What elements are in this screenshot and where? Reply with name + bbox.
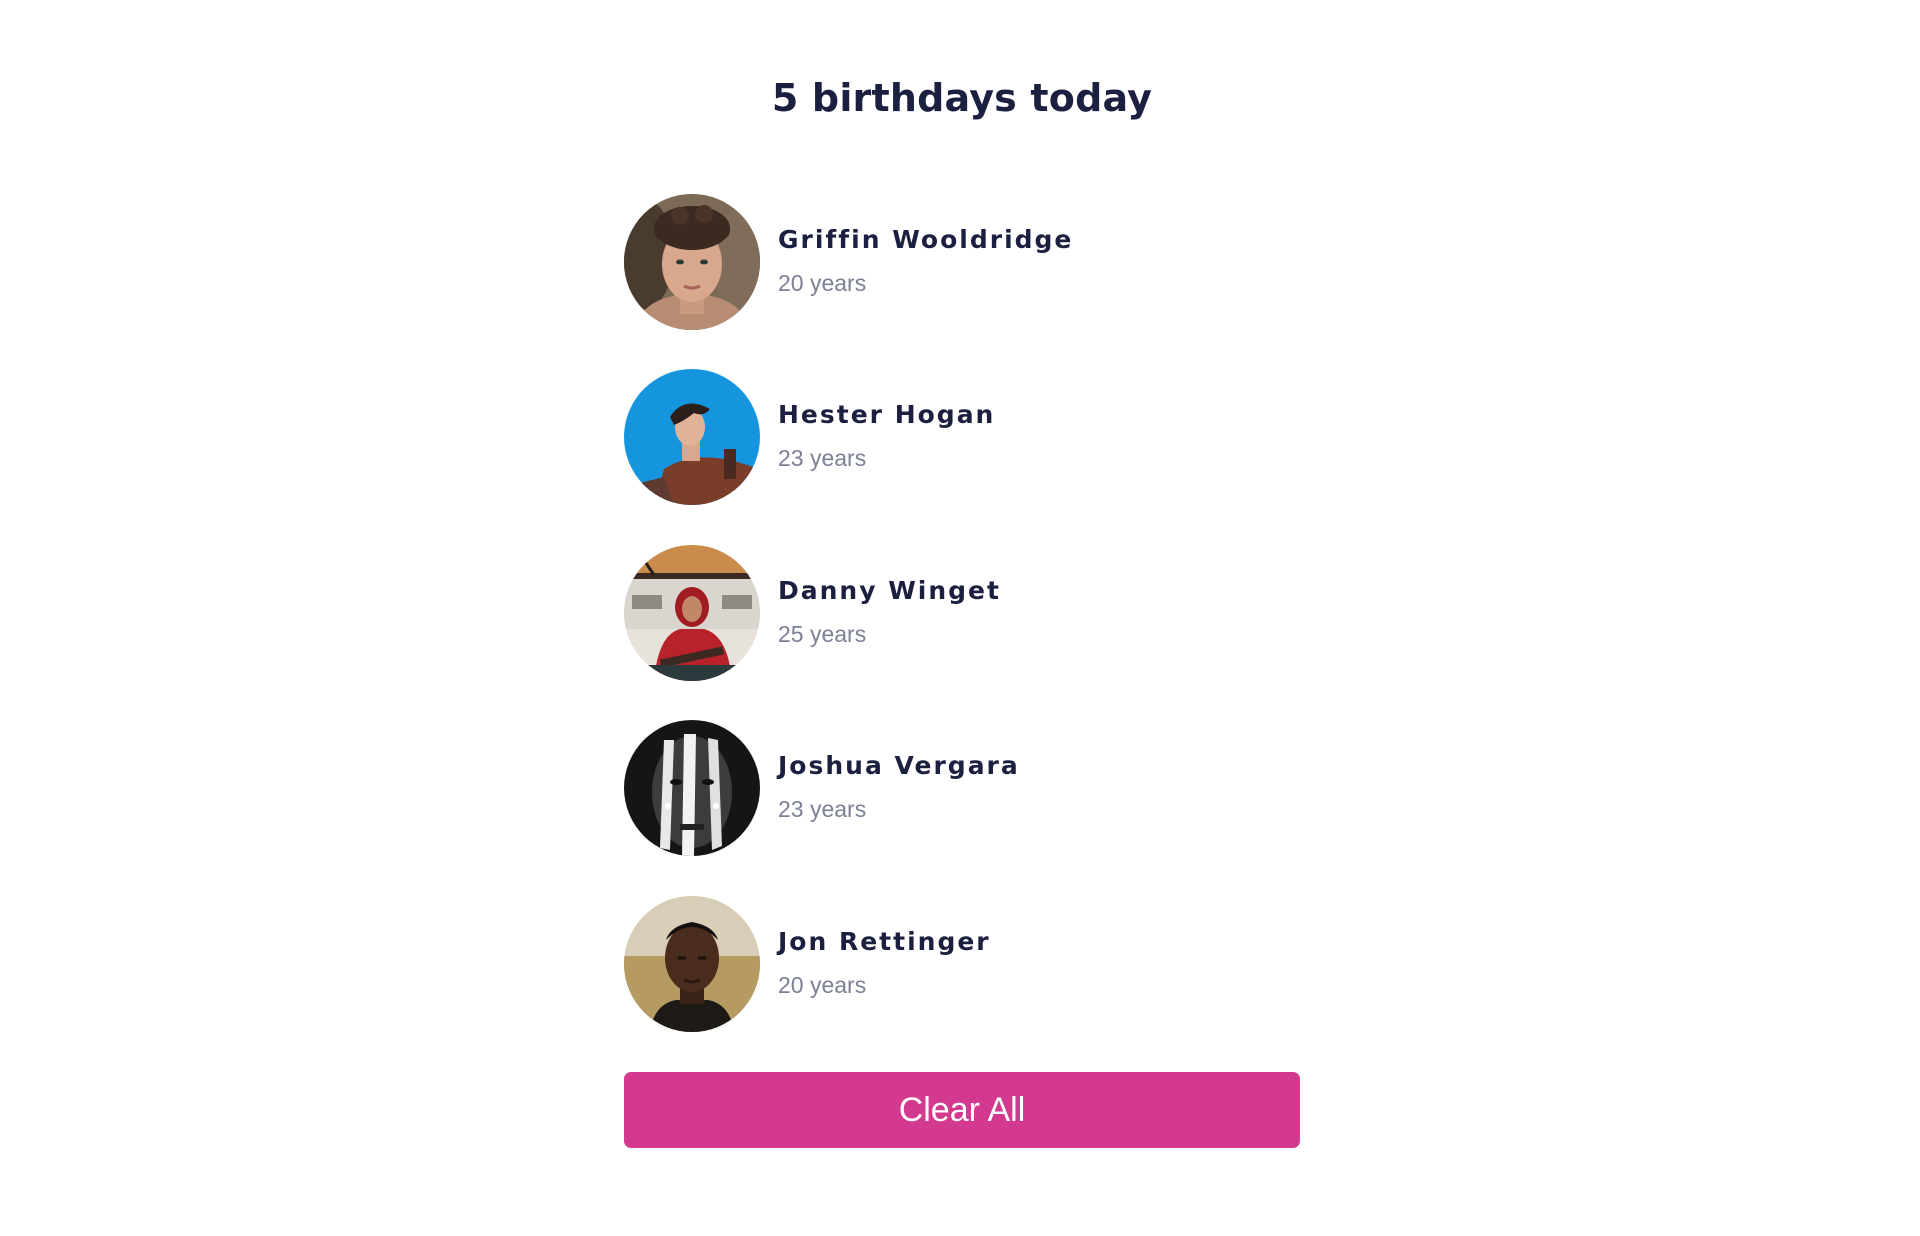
person-name: Danny Winget	[778, 576, 1001, 605]
portrait-face-paint-icon	[624, 720, 760, 856]
avatar	[624, 369, 760, 505]
clear-all-button[interactable]: Clear All	[624, 1072, 1300, 1148]
list-item: Joshua Vergara 23 years	[624, 720, 1300, 856]
person-age: 20 years	[778, 972, 867, 998]
avatar	[624, 896, 760, 1032]
portrait-curly-hair-icon	[624, 194, 760, 330]
avatar	[624, 545, 760, 681]
person-age: 20 years	[778, 270, 867, 296]
list-item: Griffin Wooldridge 20 years	[624, 194, 1300, 330]
list-item: Hester Hogan 23 years	[624, 369, 1300, 505]
person-name: Joshua Vergara	[778, 751, 1020, 780]
person-name: Griffin Wooldridge	[778, 225, 1074, 254]
list-item: Jon Rettinger 20 years	[624, 896, 1300, 1032]
person-age: 23 years	[778, 445, 867, 471]
portrait-blue-sky-icon	[624, 369, 760, 505]
page-title: 5 birthdays today	[771, 76, 1153, 120]
person-age: 25 years	[778, 621, 867, 647]
avatar	[624, 194, 760, 330]
portrait-field-icon	[624, 896, 760, 1032]
avatar	[624, 720, 760, 856]
person-age: 23 years	[778, 796, 867, 822]
person-name: Hester Hogan	[778, 400, 996, 429]
portrait-red-hoodie-icon	[624, 545, 760, 681]
person-name: Jon Rettinger	[778, 927, 991, 956]
list-item: Danny Winget 25 years	[624, 545, 1300, 681]
